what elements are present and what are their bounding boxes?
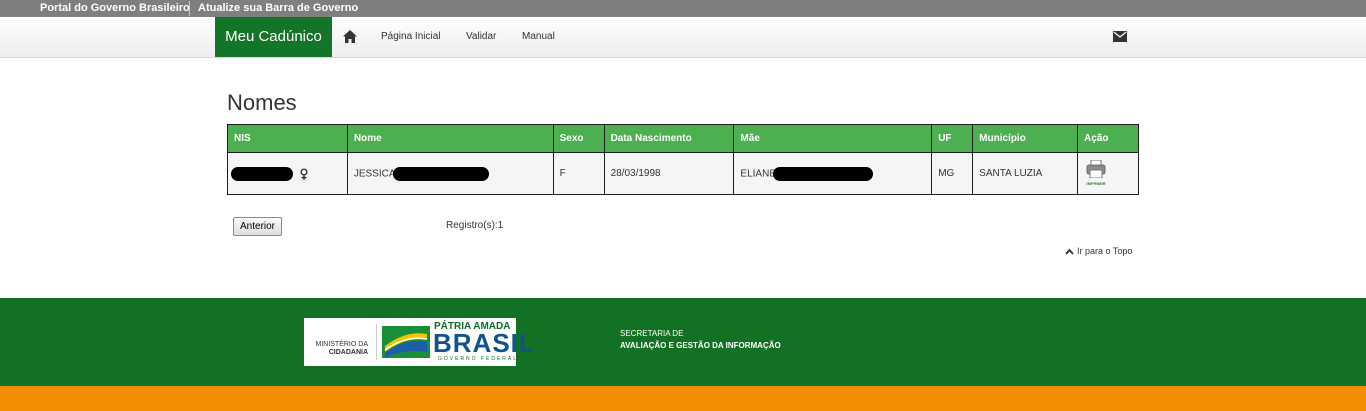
printer-icon bbox=[1086, 159, 1106, 178]
chevron-up-icon bbox=[1065, 248, 1074, 255]
home-icon[interactable] bbox=[343, 30, 357, 43]
records-count: Registro(s):1 bbox=[446, 220, 504, 231]
cell-acao: IMPRIMIR bbox=[1077, 152, 1139, 195]
table-row: JESSICA F 28/03/1998 ELIANE MG SANTA LUZ… bbox=[227, 152, 1139, 195]
redaction-mark bbox=[773, 166, 873, 181]
cell-municipio: SANTA LUZIA bbox=[972, 152, 1079, 195]
ministry-line1: MINISTÉRIO DA bbox=[315, 341, 368, 348]
cell-mae: ELIANE bbox=[733, 152, 933, 195]
cell-nome: JESSICA bbox=[346, 152, 554, 195]
cell-uf: MG bbox=[931, 152, 974, 195]
secretaria-line2: AVALIAÇÃO E GESTÃO DA INFORMAÇÃO bbox=[620, 341, 781, 350]
back-to-top-label: Ir para o Topo bbox=[1077, 246, 1133, 256]
column-header-nome: Nome bbox=[346, 124, 554, 153]
previous-button[interactable]: Anterior bbox=[233, 217, 283, 236]
cell-mae-text: ELIANE bbox=[740, 168, 776, 180]
nav-item-manual[interactable]: Manual bbox=[522, 30, 555, 44]
column-header-sexo: Sexo bbox=[552, 124, 605, 153]
results-table: NIS Nome Sexo Data Nascimento Mãe UF Mun… bbox=[227, 124, 1139, 195]
gov-portal-link[interactable]: Portal do Governo Brasileiro bbox=[40, 2, 190, 15]
secretaria-name: SECRETARIA DE AVALIAÇÃO E GESTÃO DA INFO… bbox=[620, 328, 781, 352]
footer-orange-strip bbox=[0, 386, 1366, 411]
column-header-mae: Mãe bbox=[733, 124, 933, 153]
logo-divider bbox=[376, 324, 377, 360]
footer: MINISTÉRIO DA CIDADANIA PÁTRIA AMADA BRA… bbox=[0, 298, 1366, 386]
government-logo: MINISTÉRIO DA CIDADANIA PÁTRIA AMADA BRA… bbox=[304, 318, 535, 366]
navbar: Meu Cadúnico Página Inicial Validar Manu… bbox=[0, 17, 1366, 58]
cell-nome-text: JESSICA bbox=[353, 168, 396, 180]
column-header-uf: UF bbox=[931, 124, 974, 153]
gov-bar: Portal do Governo Brasileiro Atualize su… bbox=[0, 0, 1366, 17]
logo-governo-federal: GOVERNO FEDERAL bbox=[438, 356, 519, 362]
gov-bar-divider bbox=[189, 1, 190, 16]
column-header-data-nascimento: Data Nascimento bbox=[603, 124, 735, 153]
back-to-top-link[interactable]: Ir para o Topo bbox=[1065, 245, 1132, 257]
ministry-name: MINISTÉRIO DA CIDADANIA bbox=[308, 341, 368, 357]
redaction-mark bbox=[392, 166, 489, 181]
column-header-acao: Ação bbox=[1077, 124, 1139, 153]
column-header-municipio: Município bbox=[972, 124, 1079, 153]
table-header-row: NIS Nome Sexo Data Nascimento Mãe UF Mun… bbox=[227, 124, 1139, 153]
nav-item-validar[interactable]: Validar bbox=[466, 30, 496, 44]
redaction-mark bbox=[231, 166, 293, 181]
cell-data-nascimento: 28/03/1998 bbox=[603, 152, 735, 195]
brazil-flag-icon bbox=[382, 326, 430, 358]
secretaria-line1: SECRETARIA DE bbox=[620, 329, 684, 338]
female-icon bbox=[300, 168, 308, 180]
cell-nis bbox=[227, 152, 348, 195]
ministry-line2: CIDADANIA bbox=[328, 349, 368, 356]
column-header-nis: NIS bbox=[227, 124, 348, 153]
envelope-icon[interactable] bbox=[1113, 31, 1127, 42]
nav-item-pagina-inicial[interactable]: Página Inicial bbox=[381, 30, 440, 44]
logo-brasil: BRASIL bbox=[433, 328, 536, 358]
cell-sexo: F bbox=[552, 152, 605, 195]
print-label: IMPRIMIR bbox=[1086, 180, 1106, 186]
gov-update-link[interactable]: Atualize sua Barra de Governo bbox=[198, 2, 358, 15]
brand-logo[interactable]: Meu Cadúnico bbox=[215, 17, 332, 57]
page-title: Nomes bbox=[227, 90, 297, 115]
print-button[interactable]: IMPRIMIR bbox=[1084, 159, 1108, 186]
